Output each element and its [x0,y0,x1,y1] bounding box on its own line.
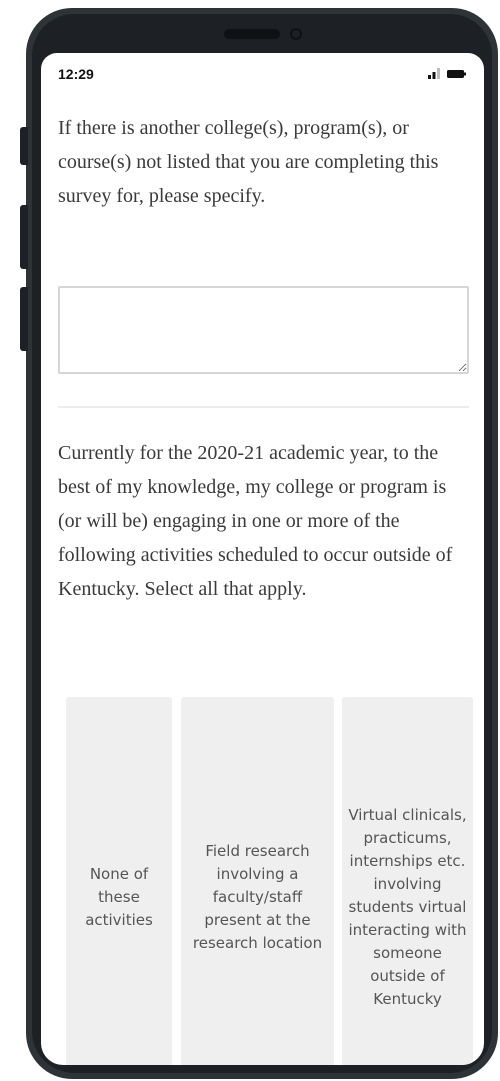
question-other-programs: If there is another college(s), program(… [58,117,439,207]
question-activities: Currently for the 2020-21 academic year,… [58,442,453,600]
choice-virtual-clinicals[interactable]: Virtual clinicals, practicums, internshi… [342,697,473,1065]
side-button-volume-down [20,287,28,351]
status-time: 12:29 [58,66,94,82]
choice-label: None of these activities [85,864,153,929]
choice-label: Field research involving a faculty/staff… [192,841,323,952]
front-camera [290,28,302,40]
signal-icon [428,68,440,79]
side-button-volume-up [20,205,28,269]
choice-label: Virtual clinicals, practicums, internshi… [348,805,467,1008]
other-programs-input[interactable] [58,286,469,374]
choice-field-research[interactable]: Field research involving a faculty/staff… [181,697,334,1065]
phone-screen: 12:29 If there is another college(s), pr… [41,53,484,1065]
question-divider [58,406,469,408]
battery-icon [447,70,466,78]
speaker-grille [224,29,280,39]
status-bar: 12:29 [41,53,484,93]
side-button-mute [20,127,28,165]
choice-none-of-these[interactable]: None of these activities [66,697,172,1065]
